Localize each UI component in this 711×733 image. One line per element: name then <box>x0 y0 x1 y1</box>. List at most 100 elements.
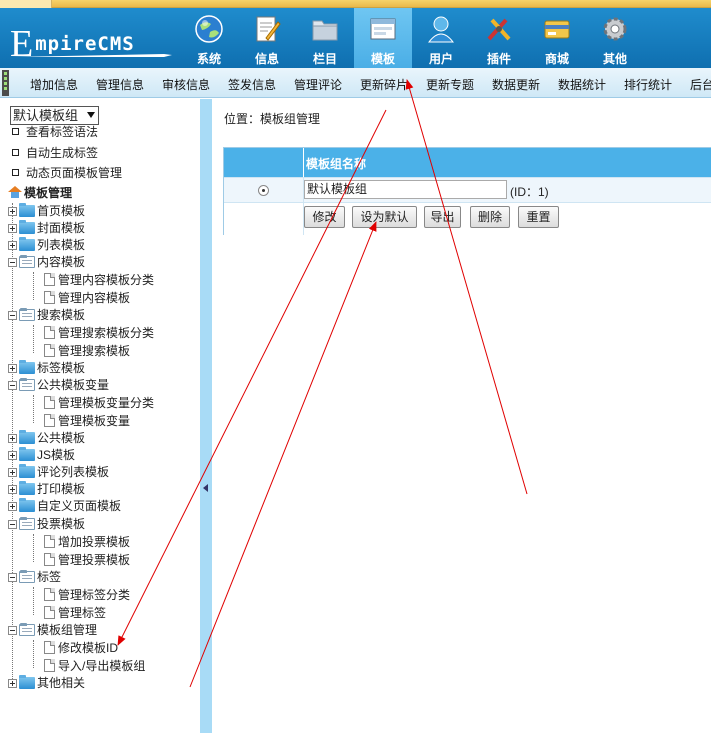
delete-button[interactable]: 删除 <box>470 206 510 228</box>
tree-label: 管理搜索模板 <box>58 344 131 358</box>
collapse-minus-icon[interactable] <box>8 573 17 582</box>
select-group-radio[interactable] <box>258 185 269 196</box>
tree-item-cover-template[interactable]: 封面模板 <box>8 220 85 237</box>
subnav-update-fragments[interactable]: 更新碎片 <box>360 76 408 93</box>
collapse-minus-icon[interactable] <box>8 258 17 267</box>
topnav-column[interactable]: 栏目 <box>296 8 354 68</box>
tree-item-template-group-management[interactable]: 模板组管理 <box>8 622 97 639</box>
tree-item-other[interactable]: 其他相关 <box>8 675 85 692</box>
group-name-input[interactable]: 默认模板组 <box>304 180 507 199</box>
tree-item-print-template[interactable]: 打印模板 <box>8 481 85 498</box>
tree-label: 标签模板 <box>37 361 86 375</box>
tree-root-template-management[interactable]: 模板管理 <box>8 185 72 202</box>
tree-label: 其他相关 <box>37 676 86 690</box>
topnav-system[interactable]: 系统 <box>180 8 238 68</box>
subnav-manage-info[interactable]: 管理信息 <box>96 76 144 93</box>
expand-plus-icon[interactable] <box>8 207 17 216</box>
topnav-info[interactable]: 信息 <box>238 8 296 68</box>
subnav-review-info[interactable]: 审核信息 <box>162 76 210 93</box>
folder-icon <box>312 20 338 41</box>
tree-item-list-template[interactable]: 列表模板 <box>8 237 85 254</box>
expand-plus-icon[interactable] <box>8 502 17 511</box>
sidebar-splitter[interactable] <box>200 99 212 733</box>
topnav-other[interactable]: 其他 <box>586 8 644 68</box>
link-view-tag-syntax[interactable]: 查看标签语法 <box>12 124 98 141</box>
subnav-data-update[interactable]: 数据更新 <box>492 76 540 93</box>
tools-icon <box>487 18 511 41</box>
bullet-square-icon <box>12 149 19 156</box>
folder-open-icon <box>19 255 35 268</box>
link-label: 查看标签语法 <box>26 125 99 139</box>
tree-item-manage-tags[interactable]: 管理标签 <box>44 605 106 622</box>
collapse-minus-icon[interactable] <box>8 381 17 390</box>
topnav-label: 商城 <box>544 52 569 66</box>
expand-plus-icon[interactable] <box>8 364 17 373</box>
expand-plus-icon[interactable] <box>8 241 17 250</box>
document-icon <box>44 326 55 339</box>
expand-plus-icon[interactable] <box>8 451 17 460</box>
set-default-button[interactable]: 设为默认 <box>352 206 417 228</box>
tree-item-manage-content-template-categories[interactable]: 管理内容模板分类 <box>44 272 154 289</box>
topnav-user[interactable]: 用户 <box>412 8 470 68</box>
tree-item-manage-search-templates[interactable]: 管理搜索模板 <box>44 343 130 360</box>
tree-item-search-template[interactable]: 搜索模板 <box>8 307 85 324</box>
tree-item-manage-tag-categories[interactable]: 管理标签分类 <box>44 587 130 604</box>
logo-letter: E <box>10 23 35 65</box>
tree-item-home-template[interactable]: 首页模板 <box>8 203 85 220</box>
menu-grip-handle[interactable] <box>2 70 9 96</box>
template-sidebar: 默认模板组 查看标签语法 自动生成标签 动态页面模板管理 模板管理 首页模板 封… <box>0 99 200 733</box>
app-header: EmpireCMS 系统 信息 栏目 模板 用户 插件 商城 其他 <box>0 8 711 68</box>
link-dynamic-page-templates[interactable]: 动态页面模板管理 <box>12 165 122 182</box>
expand-plus-icon[interactable] <box>8 468 17 477</box>
expand-plus-icon[interactable] <box>8 485 17 494</box>
topnav-plugin[interactable]: 插件 <box>470 8 528 68</box>
tree-item-js-template[interactable]: JS模板 <box>8 447 75 464</box>
expand-plus-icon[interactable] <box>8 224 17 233</box>
subnav-data-stats[interactable]: 数据统计 <box>558 76 606 93</box>
tree-item-custom-page-template[interactable]: 自定义页面模板 <box>8 498 121 515</box>
browser-tab[interactable] <box>0 0 52 8</box>
tree-item-import-export-template-group[interactable]: 导入/导出模板组 <box>44 658 145 675</box>
tree-item-add-vote-template[interactable]: 增加投票模板 <box>44 534 130 551</box>
folder-icon <box>19 481 35 495</box>
collapse-left-icon[interactable] <box>203 484 208 492</box>
template-group-select[interactable]: 默认模板组 <box>10 106 99 125</box>
link-auto-generate-tags[interactable]: 自动生成标签 <box>12 145 98 162</box>
collapse-minus-icon[interactable] <box>8 626 17 635</box>
tree-item-manage-vote-templates[interactable]: 管理投票模板 <box>44 552 130 569</box>
tree-item-comment-list-template[interactable]: 评论列表模板 <box>8 464 109 481</box>
browser-tab-strip <box>0 0 711 8</box>
subnav-add-info[interactable]: 增加信息 <box>30 76 78 93</box>
breadcrumb-link[interactable]: 模板组管理 <box>260 112 320 126</box>
topnav-template[interactable]: 模板 <box>354 8 412 68</box>
tree-item-vote-template[interactable]: 投票模板 <box>8 516 85 533</box>
subnav-manage-comments[interactable]: 管理评论 <box>294 76 342 93</box>
collapse-minus-icon[interactable] <box>8 311 17 320</box>
folder-icon <box>19 447 35 461</box>
tree-label: 打印模板 <box>37 482 86 496</box>
tree-item-public-template[interactable]: 公共模板 <box>8 430 85 447</box>
reset-button[interactable]: 重置 <box>518 206 559 228</box>
gear-icon <box>603 17 627 41</box>
tree-item-manage-variable-categories[interactable]: 管理模板变量分类 <box>44 395 154 412</box>
subnav-backend[interactable]: 后台 <box>690 76 711 93</box>
tree-item-manage-content-templates[interactable]: 管理内容模板 <box>44 290 130 307</box>
tree-item-tag-template[interactable]: 标签模板 <box>8 360 85 377</box>
collapse-minus-icon[interactable] <box>8 520 17 529</box>
expand-plus-icon[interactable] <box>8 434 17 443</box>
subnav-update-topics[interactable]: 更新专题 <box>426 76 474 93</box>
tree-item-public-template-variables[interactable]: 公共模板变量 <box>8 377 109 394</box>
tree-item-manage-template-variables[interactable]: 管理模板变量 <box>44 413 130 430</box>
tree-item-modify-template-id[interactable]: 修改模板ID <box>44 640 118 657</box>
subnav-sign-info[interactable]: 签发信息 <box>228 76 276 93</box>
subnav-ranking-stats[interactable]: 排行统计 <box>624 76 672 93</box>
tree-item-manage-search-template-categories[interactable]: 管理搜索模板分类 <box>44 325 154 342</box>
tree-item-content-template[interactable]: 内容模板 <box>8 254 85 271</box>
expand-plus-icon[interactable] <box>8 679 17 688</box>
tree-item-tags[interactable]: 标签 <box>8 569 61 586</box>
folder-icon <box>19 360 35 374</box>
export-button[interactable]: 导出 <box>424 206 461 228</box>
modify-button[interactable]: 修改 <box>304 206 345 228</box>
link-label: 动态页面模板管理 <box>26 166 123 180</box>
topnav-shop[interactable]: 商城 <box>528 8 586 68</box>
